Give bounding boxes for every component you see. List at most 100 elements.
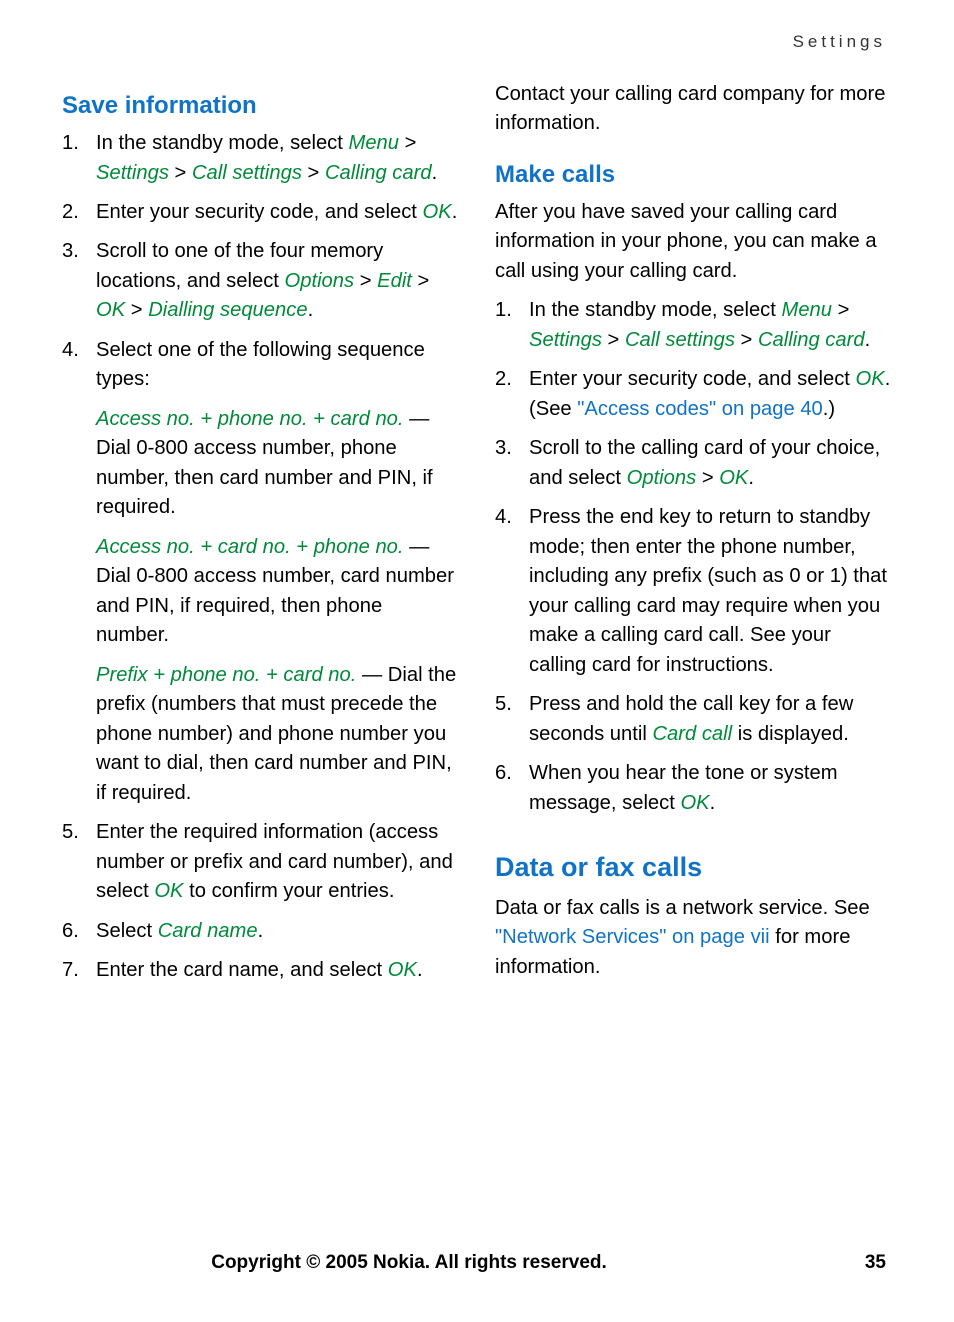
sep: > (302, 162, 325, 184)
sequence-option: Access no. + phone no. + card no. — Dial… (62, 405, 459, 523)
card-call-label: Card call (652, 723, 732, 745)
step-number: 4. (62, 336, 79, 365)
menu-path: Dialling sequence (148, 299, 307, 321)
step-text: .) (823, 398, 835, 420)
dot: . (710, 792, 716, 814)
menu-path: Menu (782, 299, 833, 321)
save-steps-list: 1. In the standby mode, select Menu > Se… (62, 129, 459, 395)
sep: > (735, 329, 758, 351)
list-item: 3. Scroll to one of the four memory loca… (62, 237, 459, 325)
step-number: 3. (495, 434, 512, 463)
menu-path: Options (627, 467, 697, 489)
page-footer: Copyright © 2005 Nokia. All rights reser… (0, 1252, 954, 1274)
step-text: In the standby mode, select (529, 299, 782, 321)
menu-path: Calling card (325, 162, 432, 184)
step-number: 7. (62, 956, 79, 985)
ok-label: OK (423, 201, 452, 223)
heading-data-fax: Data or fax calls (495, 848, 892, 887)
menu-path: Settings (96, 162, 169, 184)
sep: > (832, 299, 849, 321)
dot: . (308, 299, 314, 321)
paragraph: After you have saved your calling card i… (495, 198, 892, 286)
right-column: Contact your calling card company for mo… (495, 80, 892, 996)
sep: > (412, 270, 429, 292)
list-item: 2. Enter your security code, and select … (495, 365, 892, 424)
step-number: 5. (495, 690, 512, 719)
cross-reference-link[interactable]: "Access codes" on page 40 (577, 398, 823, 420)
left-column: Save information 1. In the standby mode,… (62, 80, 459, 996)
sequence-title: Access no. + phone no. + card no. (96, 408, 404, 430)
sep: > (125, 299, 148, 321)
sep: > (696, 467, 719, 489)
step-number: 2. (495, 365, 512, 394)
step-number: 3. (62, 237, 79, 266)
list-item: 5. Press and hold the call key for a few… (495, 690, 892, 749)
sequence-option: Access no. + card no. + phone no. — Dial… (62, 533, 459, 651)
list-item: 7. Enter the card name, and select OK. (62, 956, 459, 985)
sep: > (354, 270, 377, 292)
sep: > (602, 329, 625, 351)
sequence-title: Prefix + phone no. + card no. (96, 664, 356, 686)
menu-path: Settings (529, 329, 602, 351)
step-number: 5. (62, 818, 79, 847)
paragraph: Data or fax calls is a network service. … (495, 894, 892, 982)
list-item: 1. In the standby mode, select Menu > Se… (62, 129, 459, 188)
step-text: Press the end key to return to standby m… (529, 506, 887, 675)
make-calls-list: 1. In the standby mode, select Menu > Se… (495, 296, 892, 818)
menu-path: Call settings (192, 162, 302, 184)
dot: . (417, 959, 423, 981)
list-item: 5. Enter the required information (acces… (62, 818, 459, 906)
dot: . (452, 201, 458, 223)
step-number: 4. (495, 503, 512, 532)
list-item: 3. Scroll to the calling card of your ch… (495, 434, 892, 493)
save-steps-list-cont: 5. Enter the required information (acces… (62, 818, 459, 985)
menu-path: OK (96, 299, 125, 321)
menu-path: Calling card (758, 329, 865, 351)
step-text: Enter the card name, and select (96, 959, 388, 981)
page-number: 35 (818, 1252, 886, 1274)
ok-label: OK (856, 368, 885, 390)
menu-path: Menu (349, 132, 400, 154)
ok-label: OK (388, 959, 417, 981)
dot: . (258, 920, 264, 942)
menu-path: Options (285, 270, 355, 292)
sep: > (399, 132, 416, 154)
columns: Save information 1. In the standby mode,… (62, 80, 892, 996)
page-content: Settings Save information 1. In the stan… (0, 0, 954, 1230)
step-text: to confirm your entries. (184, 880, 395, 902)
dot: . (865, 329, 871, 351)
dot: . (748, 467, 754, 489)
ok-label: OK (154, 880, 183, 902)
p-text: Data or fax calls is a network service. … (495, 897, 870, 919)
list-item: 4. Press the end key to return to standb… (495, 503, 892, 680)
list-item: 1. In the standby mode, select Menu > Se… (495, 296, 892, 355)
cross-reference-link[interactable]: "Network Services" on page vii (495, 926, 770, 948)
list-item: 6. When you hear the tone or system mess… (495, 759, 892, 818)
copyright-text: Copyright © 2005 Nokia. All rights reser… (0, 1252, 818, 1274)
heading-make-calls: Make calls (495, 157, 892, 192)
step-number: 2. (62, 198, 79, 227)
dot: . (432, 162, 438, 184)
step-number: 6. (62, 917, 79, 946)
list-item: 6. Select Card name. (62, 917, 459, 946)
sequence-option: Prefix + phone no. + card no. — Dial the… (62, 661, 459, 808)
ok-label: OK (680, 792, 709, 814)
step-text: In the standby mode, select (96, 132, 349, 154)
step-text: Enter your security code, and select (96, 201, 423, 223)
sequence-title: Access no. + card no. + phone no. (96, 536, 404, 558)
paragraph: Contact your calling card company for mo… (495, 80, 892, 139)
list-item: 4. Select one of the following sequence … (62, 336, 459, 395)
menu-path: OK (719, 467, 748, 489)
menu-path: Edit (377, 270, 412, 292)
step-text: Select one of the following sequence typ… (96, 339, 425, 390)
page-header: Settings (62, 32, 892, 52)
sep: > (169, 162, 192, 184)
step-number: 1. (495, 296, 512, 325)
step-text: is displayed. (732, 723, 849, 745)
step-number: 1. (62, 129, 79, 158)
menu-path: Call settings (625, 329, 735, 351)
step-text: Select (96, 920, 158, 942)
step-text: Enter your security code, and select (529, 368, 856, 390)
list-item: 2. Enter your security code, and select … (62, 198, 459, 227)
heading-save-information: Save information (62, 88, 459, 123)
